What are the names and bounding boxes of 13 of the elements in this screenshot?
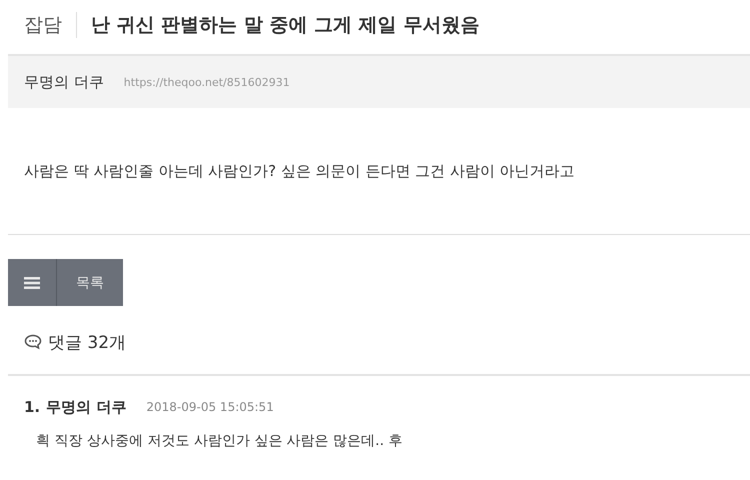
comment-text: 흭 직장 상사중에 저것도 사람인가 싶은 사람은 많은데.. 후 <box>35 432 404 450</box>
list-button[interactable]: 목록 <box>8 259 123 306</box>
post-url[interactable]: https://theqoo.net/851602931 <box>124 76 290 88</box>
comment-count: 댓글 32개 <box>48 332 126 354</box>
post-title: 난 귀신 판별하는 말 중에 그게 제일 무서웠음 <box>90 13 480 38</box>
post-body: 사람은 딱 사람인줄 아는데 사람인가? 싶은 의문이 든다면 그건 사람이 아닌거라고 <box>24 162 575 180</box>
speech-bubble-icon <box>24 334 42 350</box>
comment-time: 2018-09-05 15:05:51 <box>146 400 274 414</box>
category-label: 잡담 <box>24 12 77 38</box>
author-name: 무명의 더쿠 <box>24 72 104 92</box>
comment-author: 무명의 더쿠 <box>46 398 126 416</box>
comment-number: 1. <box>24 398 40 416</box>
list-icon <box>24 276 40 288</box>
